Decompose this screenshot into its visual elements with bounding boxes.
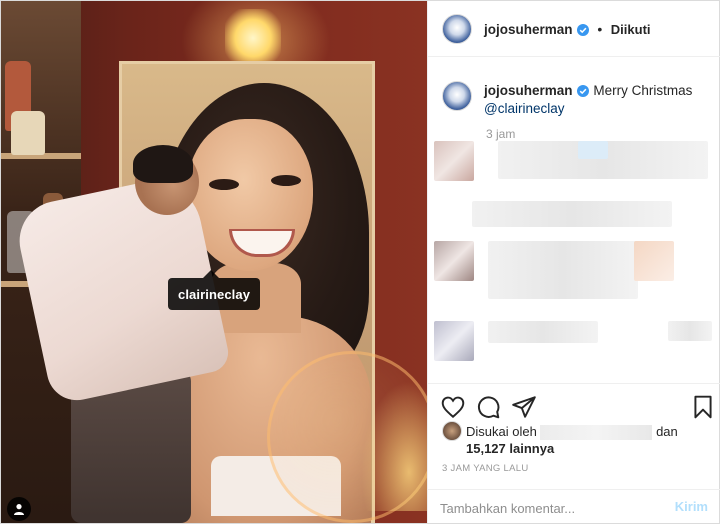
caption-text: Merry Christmas — [593, 83, 693, 98]
caption-username[interactable]: jojosuherman — [484, 83, 573, 98]
bookmark-icon[interactable] — [690, 394, 716, 420]
post-comment-button[interactable]: Kirim — [675, 499, 708, 514]
likes-count[interactable]: 15,127 lainnya — [466, 441, 554, 456]
blurred-comment-avatar — [434, 321, 474, 361]
decor-bottle — [11, 111, 45, 155]
liker-avatar[interactable] — [442, 421, 462, 441]
caption-time: 3 jam — [486, 127, 516, 141]
caption-avatar[interactable] — [442, 81, 472, 111]
header-username[interactable]: jojosuherman — [484, 22, 573, 37]
comment-icon[interactable] — [475, 394, 501, 420]
post-details-panel: jojosuherman • Diikuti jojosuherman Merr… — [427, 1, 720, 523]
blurred-comment — [578, 141, 608, 159]
tagged-users-button[interactable] — [7, 497, 31, 521]
blurred-comment — [634, 241, 674, 281]
user-tag[interactable]: clairineclay — [168, 278, 261, 310]
blurred-comment — [488, 321, 598, 343]
share-icon[interactable] — [511, 394, 537, 420]
header-meta: jojosuherman • Diikuti — [484, 21, 651, 39]
header-separator: • — [597, 21, 603, 37]
comment-input[interactable] — [440, 498, 660, 518]
tag-arrow — [203, 270, 219, 278]
heart-icon[interactable] — [440, 394, 466, 420]
verified-badge-icon — [576, 23, 589, 36]
blurred-liker-name — [540, 425, 653, 441]
follow-status-button[interactable]: Diikuti — [611, 22, 651, 37]
blurred-comment-avatar — [434, 141, 474, 181]
likes-prefix: Disukai oleh — [466, 424, 537, 439]
lamp — [225, 9, 281, 67]
light-flare — [361, 381, 427, 511]
man-hair — [133, 145, 193, 183]
blurred-comment — [668, 321, 712, 341]
user-icon — [14, 504, 24, 515]
portrait-eye — [209, 179, 239, 190]
likes-conjunction: dan — [656, 424, 678, 439]
posted-time: 3 JAM YANG LALU — [442, 463, 529, 474]
blurred-comment — [488, 241, 638, 299]
blurred-comment-avatar — [434, 241, 474, 281]
comment-bar: Kirim — [428, 489, 720, 523]
blurred-comment — [472, 201, 672, 227]
avatar[interactable] — [442, 14, 472, 44]
post-header: jojosuherman • Diikuti — [428, 1, 720, 57]
portrait-eye — [271, 175, 301, 186]
verified-badge-icon — [576, 84, 589, 97]
post-photo[interactable]: clairineclay — [1, 1, 427, 523]
caption-mention[interactable]: @clairineclay — [484, 101, 564, 116]
likes-summary: Disukai oleh dan 15,127 lainnya — [466, 423, 678, 457]
caption: jojosuherman Merry Christmas @clairinecl… — [484, 82, 710, 118]
